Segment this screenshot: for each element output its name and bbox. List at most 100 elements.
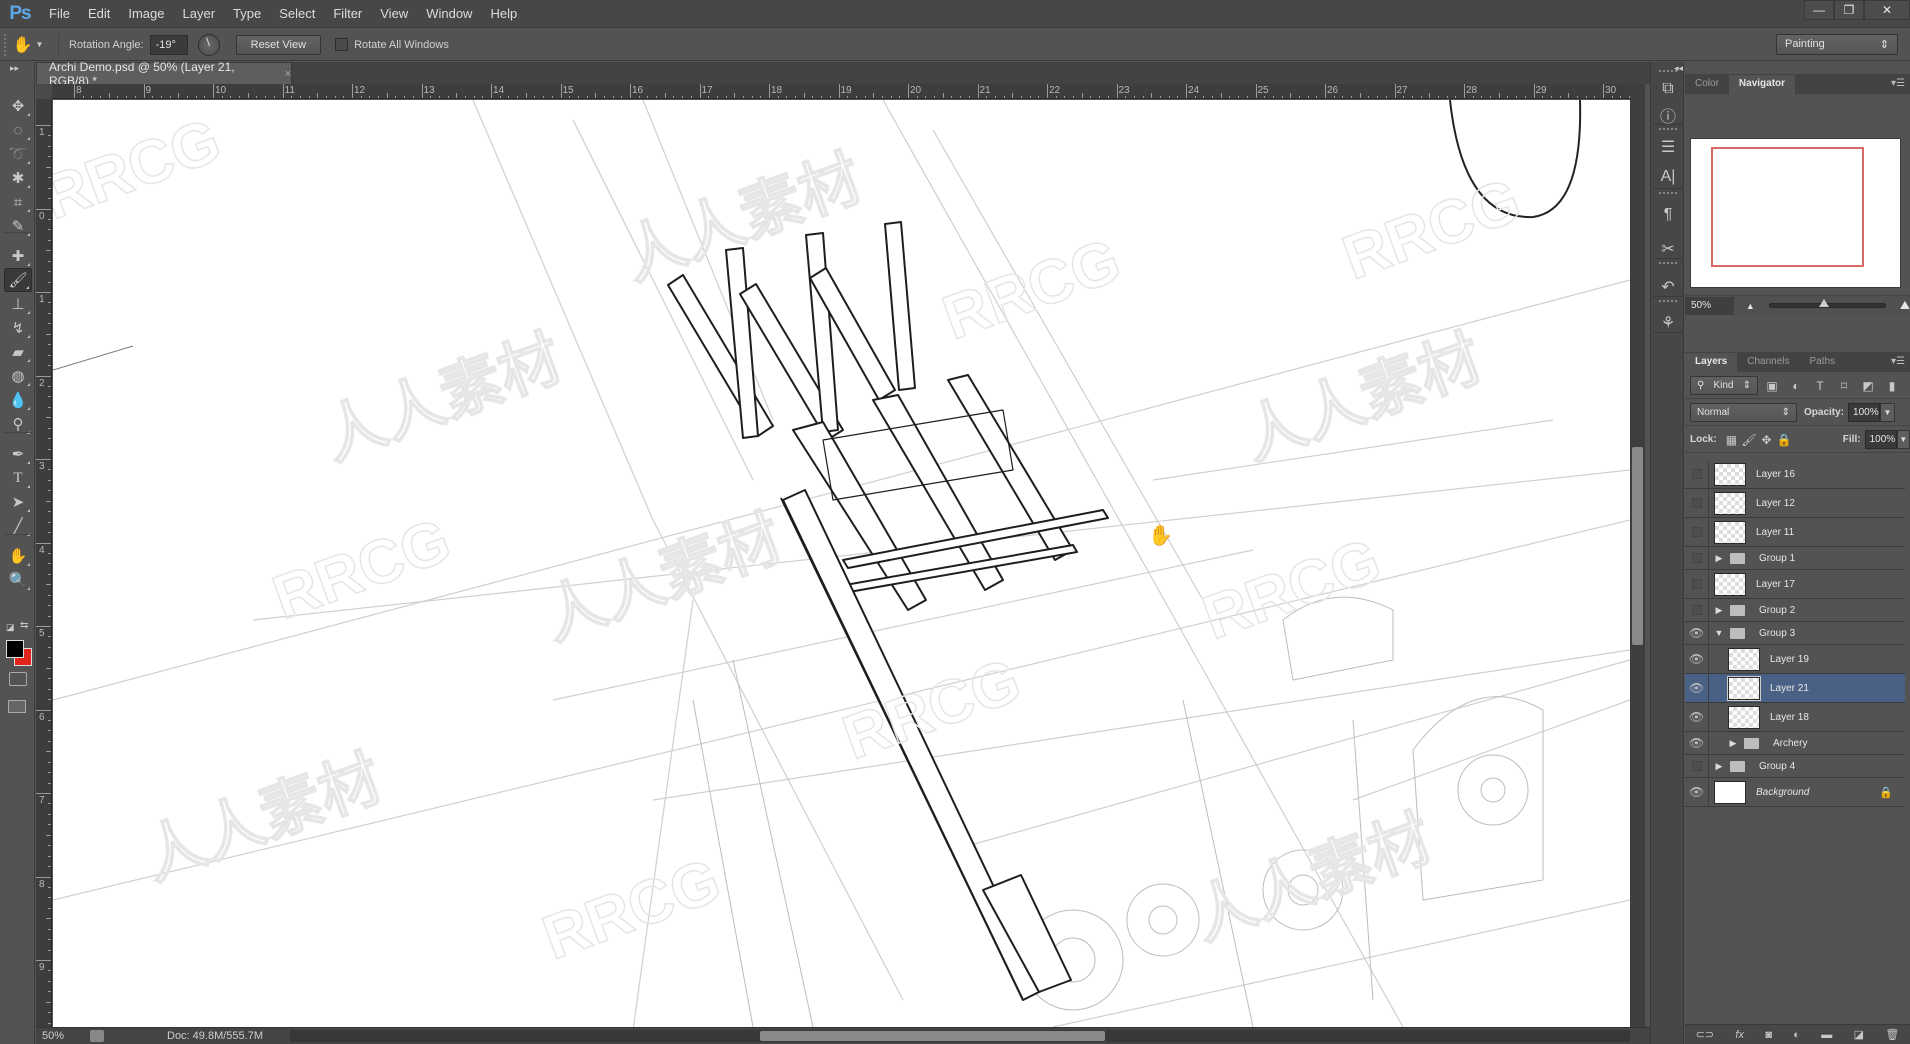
rotate-view-tool[interactable]: ✋	[4, 544, 32, 568]
menu-type[interactable]: Type	[224, 6, 270, 21]
foreground-color-swatch[interactable]	[6, 640, 24, 658]
menu-window[interactable]: Window	[417, 6, 481, 21]
crop-tool[interactable]: ⌗	[4, 190, 32, 214]
visibility-toggle[interactable]	[1685, 570, 1709, 598]
blend-mode-select[interactable]: Normal ⇕	[1690, 403, 1797, 422]
layer-row[interactable]: ▶ Group 1	[1685, 547, 1905, 570]
link-layers-icon[interactable]: ⊂⊃	[1696, 1028, 1714, 1041]
rotation-angle-input[interactable]: -19°	[149, 34, 188, 55]
menu-help[interactable]: Help	[481, 6, 526, 21]
brush-icon[interactable]: ⚘	[1657, 312, 1679, 334]
tab-paths[interactable]: Paths	[1800, 353, 1846, 372]
path-selection-tool[interactable]: ➤	[4, 490, 32, 514]
canvas[interactable]: RRCG 人人素材 RRCG 人人素材 RRCG 人人素材 RRCG 人人素材 …	[53, 100, 1630, 1027]
menu-edit[interactable]: Edit	[79, 6, 119, 21]
screen-mode-icon[interactable]	[8, 700, 26, 713]
visibility-toggle[interactable]: 👁	[1685, 645, 1709, 673]
layer-thumbnail[interactable]	[1714, 520, 1746, 544]
3d-icon[interactable]: ⧉	[1657, 78, 1679, 100]
opacity-dropdown[interactable]: ▼	[1880, 403, 1896, 422]
new-group-icon[interactable]: ▬	[1821, 1029, 1832, 1041]
layer-row[interactable]: ▶ Group 2	[1685, 599, 1905, 622]
collapse-toolbar-icon[interactable]: ▸▸	[10, 63, 19, 74]
opacity-input[interactable]: 100%	[1848, 403, 1881, 422]
layer-row[interactable]: 👁 ▶ Archery	[1685, 732, 1905, 755]
layer-row[interactable]: Layer 12	[1685, 489, 1905, 518]
visibility-toggle[interactable]: 👁	[1685, 778, 1709, 806]
swap-colors-icon[interactable]: ⇆	[20, 620, 28, 631]
minimize-button[interactable]: —	[1804, 0, 1834, 20]
horizontal-scroll-thumb[interactable]	[760, 1031, 1105, 1041]
quick-mask-icon[interactable]	[9, 672, 27, 686]
horizontal-ruler[interactable]: 8 9 10 11 12 13 14 15 16 17 18 19 20 21 22 23 24 25 26 27 28…	[52, 84, 1630, 99]
layer-thumbnail[interactable]	[1728, 647, 1760, 671]
workspace-switcher[interactable]: Painting ⇕	[1776, 34, 1898, 55]
lasso-tool[interactable]: ➰	[4, 142, 32, 166]
menu-file[interactable]: File	[40, 6, 79, 21]
visibility-toggle[interactable]	[1685, 460, 1709, 488]
layer-thumbnail[interactable]	[1714, 780, 1746, 804]
menu-filter[interactable]: Filter	[324, 6, 371, 21]
panel-group-grip[interactable]	[1659, 300, 1677, 303]
layer-row[interactable]: ▶ Group 4	[1685, 755, 1905, 778]
character-icon[interactable]: A|	[1657, 166, 1679, 188]
layer-thumbnail[interactable]	[1714, 462, 1746, 486]
filter-kind-select[interactable]: ⚲ Kind ⇕	[1690, 376, 1758, 395]
vertical-ruler[interactable]: 1 0 1 2 3 4 5 6 7 8 9	[36, 99, 52, 1027]
eyedropper-tool[interactable]: ✎	[4, 214, 32, 238]
expand-group-icon[interactable]: ▶	[1727, 738, 1739, 749]
rotation-dial[interactable]	[197, 33, 220, 56]
menu-image[interactable]: Image	[119, 6, 173, 21]
filter-toggle-icon[interactable]: ▮	[1882, 379, 1902, 393]
layer-row[interactable]: Layer 11	[1685, 518, 1905, 547]
layer-row[interactable]: Layer 16	[1685, 460, 1905, 489]
visibility-toggle[interactable]	[1685, 599, 1709, 621]
visibility-toggle[interactable]	[1685, 489, 1709, 517]
layer-row[interactable]: 👁 ▼ Group 3	[1685, 622, 1905, 645]
zoom-in-icon[interactable]: ⛰	[1900, 298, 1910, 313]
panel-group-grip[interactable]	[1659, 262, 1677, 265]
fx-icon[interactable]: fx	[1735, 1029, 1744, 1041]
lock-position-icon[interactable]: ✥	[1758, 433, 1776, 447]
visibility-toggle[interactable]: 👁	[1685, 732, 1709, 754]
document-tab[interactable]: Archi Demo.psd @ 50% (Layer 21, RGB/8) *…	[36, 60, 292, 88]
paint-bucket-tool[interactable]: ◍	[4, 364, 32, 388]
visibility-toggle[interactable]: 👁	[1685, 622, 1709, 644]
navigator-view-box[interactable]	[1711, 147, 1864, 267]
menu-layer[interactable]: Layer	[174, 6, 225, 21]
layer-thumbnail[interactable]	[1727, 675, 1761, 701]
magic-wand-tool[interactable]: ✱	[4, 166, 32, 190]
brush-presets-icon[interactable]: ✂	[1657, 238, 1679, 260]
blur-tool[interactable]: 💧	[4, 388, 32, 412]
layer-row[interactable]: Layer 17	[1685, 570, 1905, 599]
fill-dropdown[interactable]: ▼	[1896, 430, 1910, 449]
visibility-toggle[interactable]: 👁	[1685, 674, 1709, 702]
pixel-filter-icon[interactable]: ▣	[1762, 379, 1782, 393]
lock-all-icon[interactable]: 🔒	[1775, 433, 1793, 447]
visibility-toggle[interactable]	[1685, 547, 1709, 569]
panel-menu-icon[interactable]: ▾☰	[1891, 78, 1905, 89]
eraser-tool[interactable]: ▰	[4, 340, 32, 364]
collapse-strip-icon[interactable]: ◂◂	[1674, 63, 1683, 74]
ruler-origin[interactable]	[36, 84, 52, 99]
pen-tool[interactable]: ✒	[4, 442, 32, 466]
expand-group-icon[interactable]: ▶	[1713, 553, 1725, 564]
smart-object-filter-icon[interactable]: ◩	[1858, 379, 1878, 393]
zoom-tool[interactable]: 🔍	[4, 568, 32, 592]
visibility-toggle[interactable]	[1685, 518, 1709, 546]
vertical-scroll-thumb[interactable]	[1632, 447, 1643, 645]
menu-view[interactable]: View	[371, 6, 417, 21]
close-document-icon[interactable]: ×	[285, 68, 291, 80]
zoom-slider-knob[interactable]	[1818, 299, 1829, 307]
paragraph-icon[interactable]: ¶	[1657, 204, 1679, 226]
reset-view-button[interactable]: Reset View	[235, 34, 322, 55]
lock-transparent-icon[interactable]: ▦	[1723, 433, 1741, 447]
history-brush-tool[interactable]: ↯	[4, 316, 32, 340]
shape-filter-icon[interactable]: ⌑	[1834, 379, 1854, 393]
move-tool[interactable]: ✥	[4, 94, 32, 118]
trash-icon[interactable]: 🗑	[1885, 1028, 1899, 1041]
layer-thumbnail[interactable]	[1714, 572, 1746, 596]
navigator-zoom-slider[interactable]	[1768, 299, 1886, 308]
status-info-icon[interactable]	[90, 1030, 104, 1042]
default-colors-icon[interactable]: ◪	[6, 622, 15, 633]
